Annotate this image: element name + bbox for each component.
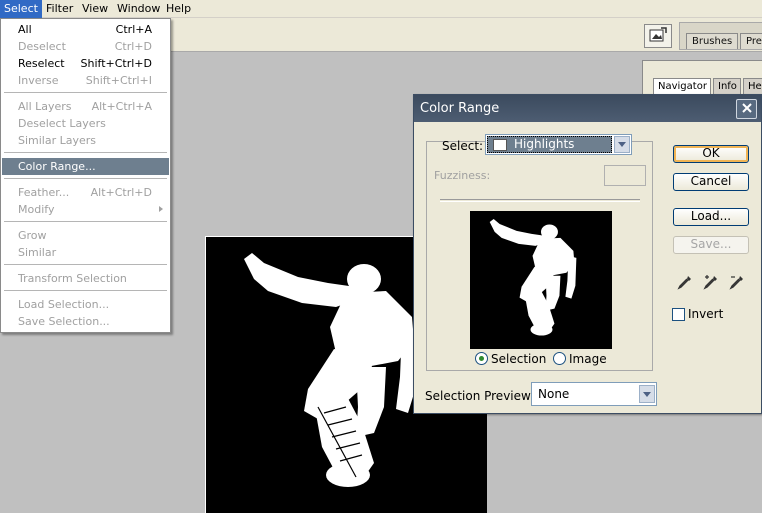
panel-tab-info[interactable]: Info bbox=[713, 78, 741, 94]
eyedropper-plus-icon bbox=[703, 274, 719, 293]
skater-thumbnail-image bbox=[489, 218, 577, 336]
select-dropdown[interactable]: Highlights bbox=[485, 134, 632, 155]
menu-separator bbox=[4, 290, 167, 291]
select-dropdown-value: Highlights bbox=[514, 137, 575, 151]
panel-tab-navigator[interactable]: Navigator bbox=[653, 78, 711, 94]
chevron-down-icon bbox=[618, 142, 626, 147]
eyedropper-plus-button[interactable] bbox=[701, 273, 721, 293]
submenu-arrow-icon bbox=[159, 206, 163, 212]
panel-tab-histogram[interactable]: He bbox=[743, 78, 762, 94]
menu-separator bbox=[4, 264, 167, 265]
menu-separator bbox=[4, 221, 167, 222]
radio-image-label: Image bbox=[569, 352, 607, 366]
select-menu-dropdown: All Ctrl+A Deselect Ctrl+D Reselect Shif… bbox=[0, 18, 171, 333]
radio-image[interactable] bbox=[553, 352, 566, 365]
palette-tab-brushes[interactable]: Brushes bbox=[686, 33, 738, 49]
color-range-dialog: Color Range Select: Highlights Fuzziness… bbox=[413, 94, 762, 414]
menu-item-all-layers[interactable]: All Layers Alt+Ctrl+A bbox=[2, 98, 169, 115]
menu-item-load-selection[interactable]: Load Selection... bbox=[2, 296, 169, 313]
close-icon bbox=[741, 102, 752, 116]
ok-button[interactable]: OK bbox=[673, 145, 749, 163]
eyedropper-minus-icon bbox=[729, 274, 745, 293]
eyedropper-button[interactable] bbox=[675, 273, 695, 293]
select-label: Select: bbox=[442, 139, 484, 153]
menu-item-transform-selection[interactable]: Transform Selection bbox=[2, 270, 169, 287]
selection-preview-dropdown[interactable]: None bbox=[531, 382, 657, 406]
menu-item-modify[interactable]: Modify bbox=[2, 201, 169, 218]
menu-separator bbox=[4, 152, 167, 153]
invert-checkbox[interactable] bbox=[672, 308, 685, 321]
menu-help[interactable]: Help bbox=[162, 0, 195, 18]
menu-item-save-selection[interactable]: Save Selection... bbox=[2, 313, 169, 330]
load-button[interactable]: Load... bbox=[673, 208, 749, 226]
selection-preview-label: Selection Preview: bbox=[425, 389, 535, 403]
menu-item-deselect-layers[interactable]: Deselect Layers bbox=[2, 115, 169, 132]
save-button[interactable]: Save... bbox=[673, 236, 749, 254]
palette-well: Brushes Pre bbox=[679, 22, 762, 50]
dialog-title: Color Range bbox=[420, 101, 500, 116]
palette-well-toggle-button[interactable] bbox=[644, 24, 672, 48]
selection-preview-value: None bbox=[538, 387, 570, 401]
selection-preview-dropdown-button[interactable] bbox=[639, 385, 655, 403]
fuzziness-slider[interactable] bbox=[440, 199, 640, 202]
radio-selection-label: Selection bbox=[491, 352, 547, 366]
close-button[interactable] bbox=[736, 99, 757, 119]
selection-preview-thumbnail[interactable] bbox=[470, 211, 612, 349]
menu-view[interactable]: View bbox=[78, 0, 112, 18]
chevron-down-icon bbox=[643, 391, 651, 397]
select-dropdown-button[interactable] bbox=[614, 136, 630, 153]
menu-item-all[interactable]: All Ctrl+A bbox=[2, 21, 169, 38]
menu-filter[interactable]: Filter bbox=[42, 0, 77, 18]
dialog-titlebar[interactable]: Color Range bbox=[414, 95, 761, 122]
eyedropper-icon bbox=[677, 274, 693, 293]
menu-separator bbox=[4, 178, 167, 179]
menu-item-inverse[interactable]: Inverse Shift+Ctrl+I bbox=[2, 72, 169, 89]
menu-item-similar-layers[interactable]: Similar Layers bbox=[2, 132, 169, 149]
menu-item-color-range[interactable]: Color Range... bbox=[2, 158, 169, 175]
menu-window[interactable]: Window bbox=[113, 0, 164, 18]
color-swatch bbox=[493, 139, 507, 151]
fuzziness-label: Fuzziness: bbox=[434, 169, 491, 182]
menu-item-feather[interactable]: Feather... Alt+Ctrl+D bbox=[2, 184, 169, 201]
invert-label: Invert bbox=[688, 307, 724, 321]
menu-item-deselect[interactable]: Deselect Ctrl+D bbox=[2, 38, 169, 55]
menu-bar: Select Filter View Window Help bbox=[0, 0, 762, 18]
menu-item-similar[interactable]: Similar bbox=[2, 244, 169, 261]
radio-selection[interactable] bbox=[475, 352, 488, 365]
palette-tab-presets[interactable]: Pre bbox=[740, 33, 762, 49]
eyedropper-minus-button[interactable] bbox=[727, 273, 747, 293]
menu-select[interactable]: Select bbox=[0, 0, 42, 18]
menu-item-reselect[interactable]: Reselect Shift+Ctrl+D bbox=[2, 55, 169, 72]
file-browser-icon bbox=[649, 26, 667, 46]
cancel-button[interactable]: Cancel bbox=[673, 173, 749, 191]
menu-separator bbox=[4, 92, 167, 93]
menu-item-grow[interactable]: Grow bbox=[2, 227, 169, 244]
fuzziness-input[interactable] bbox=[604, 165, 646, 186]
